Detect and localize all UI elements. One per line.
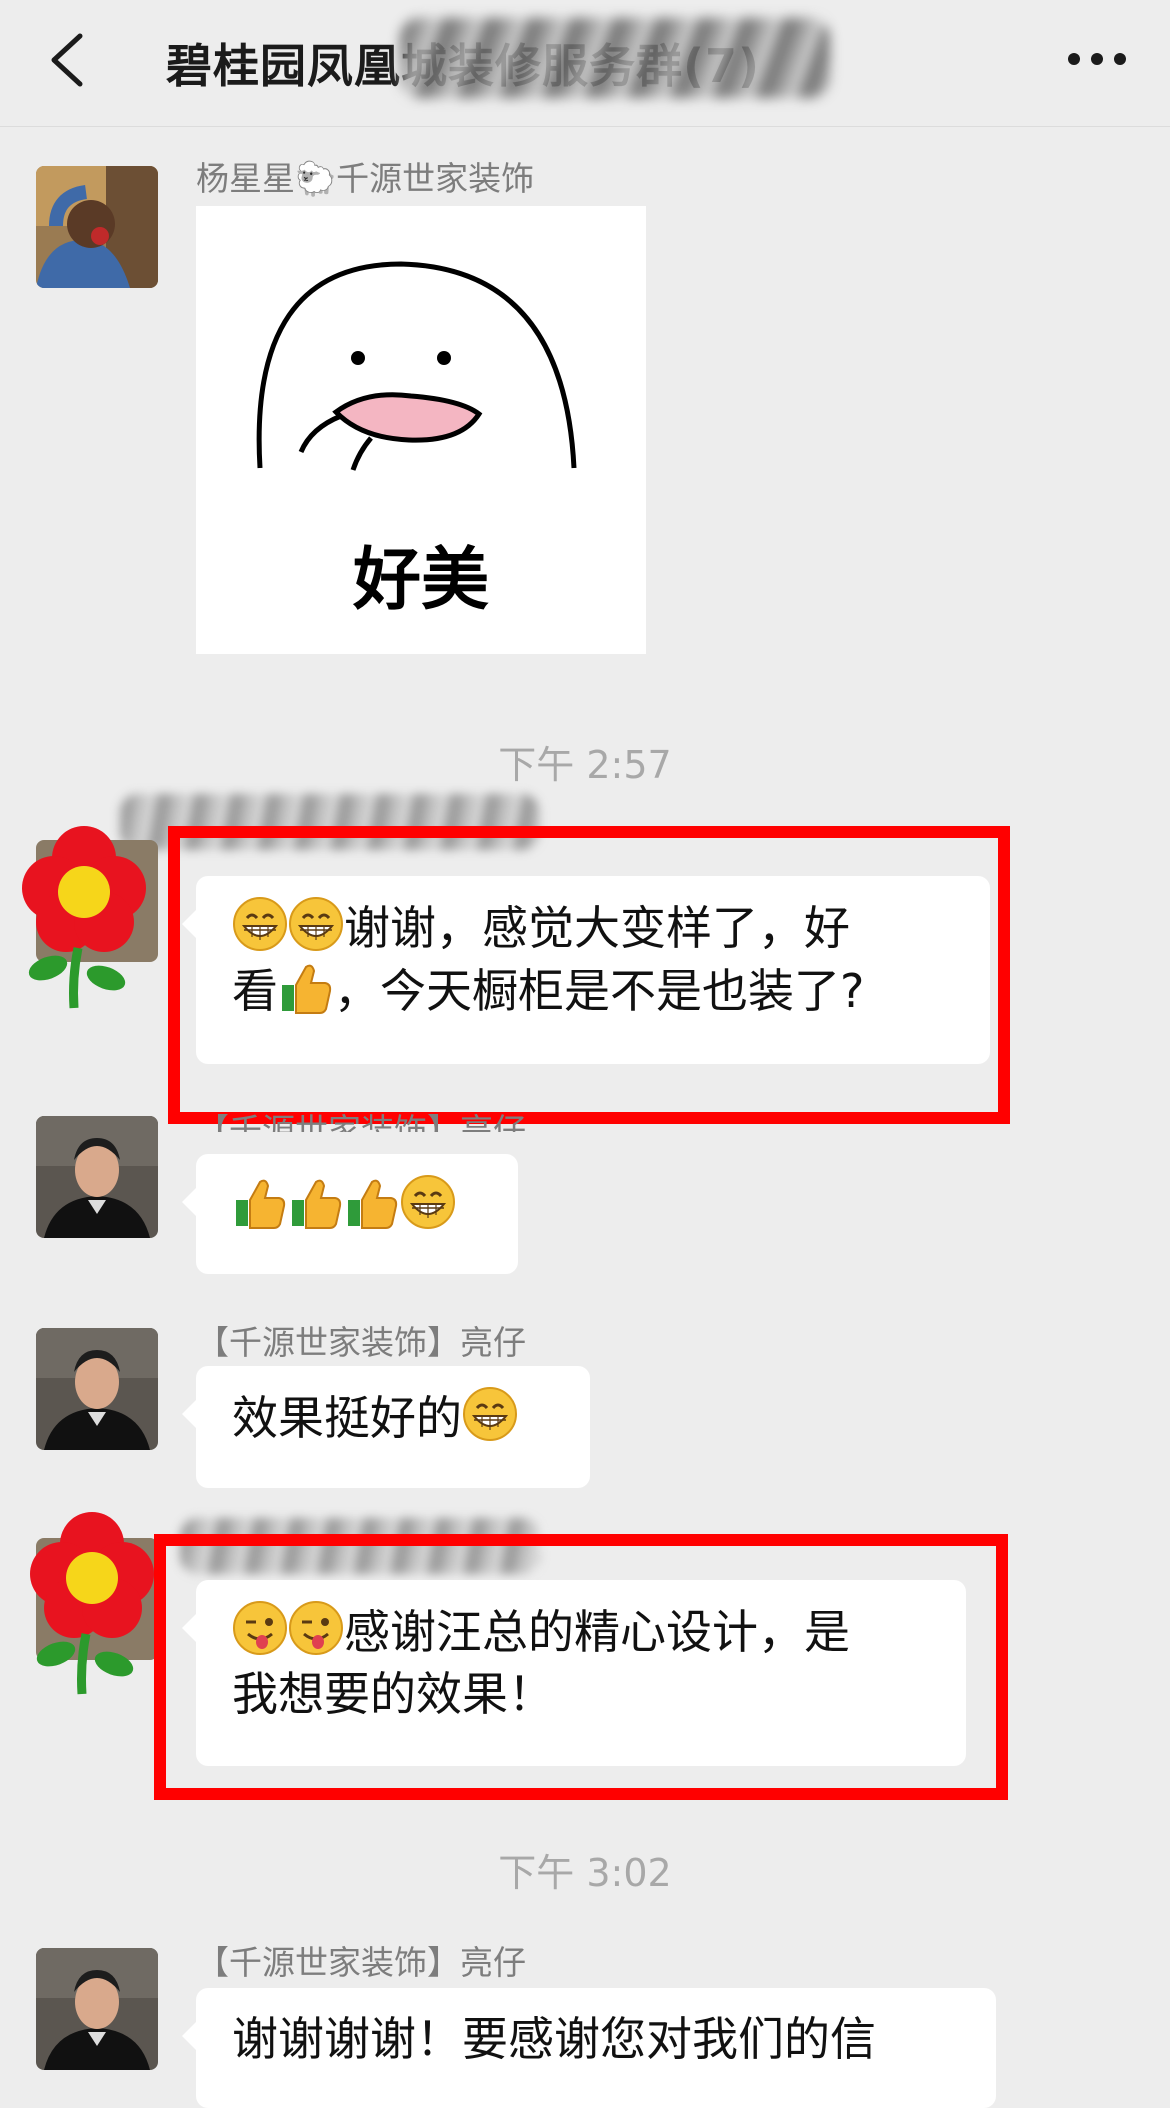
more-dots-icon[interactable] [1062,44,1132,74]
avatar[interactable] [36,1116,158,1238]
avatar-image [36,166,158,288]
thumbs-up-emoji [291,1179,342,1229]
flower-sticker-overlay [22,1504,172,1714]
sender-name: 【千源世家装饰】亮仔 [196,1943,526,1982]
message-text: 谢谢谢谢！要感谢您对我们的信 [232,2012,876,2066]
timestamp: 下午 2:57 [498,743,672,787]
sender-name: 【千源世家装饰】亮仔 [196,1111,526,1132]
sender-name: 杨星星🐑千源世家装饰 [196,159,535,198]
chat-header: 碧桂园凤凰城装修服务群(7) [0,0,1170,127]
sticker-image [256,261,577,471]
thumbs-up-emoji [235,1179,286,1229]
highlight-box [154,1534,1008,1800]
message-line [232,1174,482,1237]
sender-name: 【千源世家装饰】亮仔 [196,1323,526,1362]
message-line: 谢谢谢谢！要感谢您对我们的信 [232,2008,960,2070]
message-bubble[interactable] [182,1154,518,1274]
avatar[interactable] [36,1328,158,1450]
avatar[interactable] [36,166,158,288]
avatar-image [36,1328,158,1450]
timestamp: 下午 3:02 [498,1851,672,1895]
message-bubble[interactable]: 效果挺好的 [182,1366,590,1488]
avatar[interactable] [36,1948,158,2070]
message-bubble[interactable]: 谢谢谢谢！要感谢您对我们的信 [182,1988,996,2108]
sticker-message[interactable]: 好美 [196,206,646,654]
grinning-emoji [400,1174,456,1230]
highlight-box [168,826,1010,1124]
chevron-left-icon[interactable] [40,28,100,92]
avatar-image [36,1948,158,2070]
grinning-emoji [462,1386,518,1442]
thumbs-up-emoji [347,1179,398,1229]
message-line: 效果挺好的 [232,1386,554,1449]
avatar-image [36,1116,158,1238]
flower-sticker-overlay [14,818,164,1028]
title-redaction [400,18,830,98]
message-text: 效果挺好的 [232,1391,462,1445]
sticker-caption: 好美 [352,541,489,620]
